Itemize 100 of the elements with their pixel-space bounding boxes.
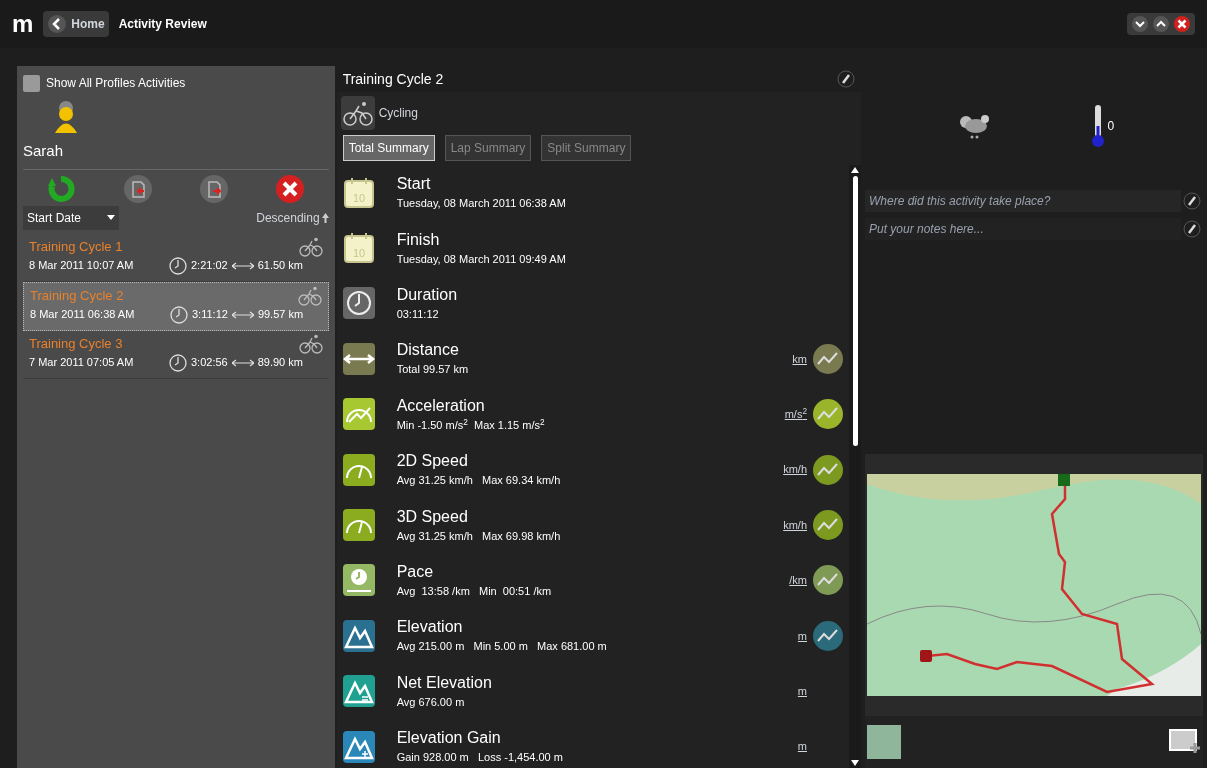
unit-link[interactable]: km/h: [783, 461, 807, 478]
metric-label: Elevation Gain: [396, 730, 502, 747]
avatar-icon: [53, 100, 79, 134]
sort-order-toggle[interactable]: Descending: [256, 208, 329, 227]
sort-arrow-icon: [321, 212, 329, 223]
summary-tab[interactable]: Total Summary: [342, 135, 435, 161]
stopwatch-icon: [342, 564, 375, 597]
sort-dropdown[interactable]: Start Date: [23, 205, 119, 230]
metric-value: Avg 215.00 m Min 5.00 m Max 681.00 m: [396, 641, 607, 653]
export-icon[interactable]: [199, 173, 229, 204]
summary-tab[interactable]: Split Summary: [541, 135, 632, 161]
chart-button-icon[interactable]: [813, 399, 843, 430]
metric-label: Acceleration: [396, 397, 486, 414]
dropdown-caret-icon: [107, 215, 115, 220]
summary-tab[interactable]: Lap Summary: [444, 135, 532, 161]
edit-icon[interactable]: [837, 70, 855, 88]
close-icon[interactable]: [1173, 15, 1191, 33]
activity-distance: 99.57 km: [257, 307, 304, 323]
distance-icon: [342, 342, 375, 375]
unit-link[interactable]: km: [792, 350, 807, 368]
activity-distance: 89.90 km: [257, 355, 303, 371]
metric-value: Gain 928.00 m Loss -1,454.00 m: [396, 752, 563, 764]
thermometer-icon: [1091, 104, 1106, 148]
location-field[interactable]: Where did this activity take place?: [865, 190, 1181, 212]
speedometer-icon: [342, 453, 375, 486]
unit-link[interactable]: m/s$^{2}$: [784, 406, 807, 423]
distance-arrow-icon: [231, 358, 254, 367]
activity-duration: 2:21:02: [191, 258, 228, 274]
metric-label: Pace: [396, 563, 435, 580]
metric-value: 03:11:12: [396, 308, 440, 320]
back-icon: [47, 14, 68, 34]
mountain-icon: [342, 619, 375, 652]
edit-icon[interactable]: [1183, 220, 1201, 238]
checkbox[interactable]: [23, 74, 40, 92]
minimize-icon[interactable]: [1131, 15, 1149, 33]
metric-label: 3D Speed: [396, 508, 469, 525]
activity-list-item[interactable]: Training Cycle 2 8 Mar 2011 06:38 AM 3:11:12 99.57 km: [23, 281, 329, 331]
unit-link[interactable]: km/h: [783, 516, 807, 534]
metric-value: Tuesday, 08 March 2011 06:38 AM: [396, 198, 566, 210]
chart-button-icon[interactable]: [813, 565, 843, 596]
temperature-value: 0: [1107, 118, 1115, 135]
unit-link[interactable]: m: [797, 682, 807, 700]
clock-icon: [169, 353, 187, 372]
metric-label: Net Elevation: [396, 674, 492, 691]
refresh-icon[interactable]: [46, 173, 77, 204]
distance-arrow-icon: [231, 261, 254, 270]
scroll-up-icon[interactable]: [851, 167, 859, 173]
metric-value: Tuesday, 08 March 2011 09:49 AM: [396, 253, 566, 265]
add-photo-icon[interactable]: [1169, 729, 1201, 755]
delete-icon[interactable]: [275, 173, 306, 204]
cycling-icon: [298, 236, 323, 257]
metric-label: Start: [396, 176, 432, 193]
edit-icon[interactable]: [1183, 192, 1201, 210]
metric-value: Avg 31.25 km/h Max 69.98 km/h: [396, 530, 561, 542]
mountain-icon: [342, 675, 375, 708]
metric-value: Avg 676.00 m: [396, 696, 466, 708]
page-title: Activity Review: [118, 16, 207, 33]
clock-icon: [169, 256, 187, 275]
clock-icon: [342, 287, 375, 320]
activity-list-item[interactable]: Training Cycle 1 8 Mar 2011 10:07 AM 2:21:02 61.50 km: [23, 233, 329, 282]
activity-duration: 3:11:12: [192, 307, 228, 323]
cycling-icon: [297, 285, 322, 306]
profile-name: Sarah: [23, 141, 64, 161]
mountain-icon: [342, 730, 375, 763]
map-thumbnail[interactable]: [867, 725, 901, 759]
metric-label: Finish: [396, 231, 441, 248]
clock-icon: [170, 305, 188, 324]
chart-button-icon[interactable]: [813, 620, 843, 651]
chart-button-icon[interactable]: [813, 343, 843, 374]
activity-name: Training Cycle 3: [29, 334, 123, 353]
chart-button-icon[interactable]: [813, 510, 843, 541]
unit-link[interactable]: m: [797, 738, 807, 755]
app-logo: m: [12, 12, 34, 36]
activity-date: 8 Mar 2011 06:38 AM: [30, 307, 136, 323]
maximize-icon[interactable]: [1152, 15, 1170, 33]
checkbox-label: Show All Profiles Activities: [46, 75, 186, 92]
scrollbar[interactable]: [849, 165, 861, 768]
chart-button-icon[interactable]: [813, 454, 843, 485]
activity-date: 7 Mar 2011 07:05 AM: [29, 355, 135, 371]
distance-arrow-icon: [231, 310, 254, 319]
metric-label: Elevation: [396, 619, 464, 636]
metric-value: Total 99.57 km: [396, 364, 469, 376]
activity-distance: 61.50 km: [257, 258, 303, 274]
activity-date: 8 Mar 2011 10:07 AM: [29, 258, 135, 274]
activity-name: Training Cycle 1: [29, 237, 123, 256]
metric-label: 2D Speed: [396, 453, 469, 470]
cycling-icon: [340, 96, 375, 130]
activity-duration: 3:02:56: [191, 355, 228, 371]
metric-label: Distance: [396, 342, 460, 359]
unit-link[interactable]: /km: [789, 572, 807, 589]
scroll-down-icon[interactable]: [851, 760, 859, 766]
notes-field[interactable]: Put your notes here...: [865, 218, 1181, 240]
home-button[interactable]: Home: [43, 11, 109, 37]
import-icon[interactable]: [122, 173, 153, 204]
activity-title: Training Cycle 2: [342, 69, 444, 89]
speedometer-icon: [342, 398, 375, 431]
activity-list-item[interactable]: Training Cycle 3 7 Mar 2011 07:05 AM 3:02:56 89.90 km: [23, 330, 329, 379]
unit-link[interactable]: m: [797, 627, 807, 645]
metric-value: Min -1.50 m/s$^{2}$ Max 1.15 m/s$^{2}$: [396, 419, 545, 431]
sport-label: Cycling: [378, 105, 418, 122]
